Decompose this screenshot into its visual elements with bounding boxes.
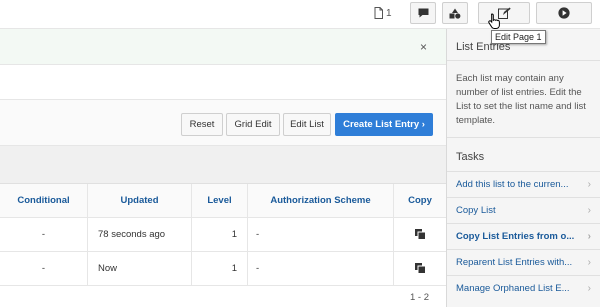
edit-list-button[interactable]: Edit List <box>283 113 331 136</box>
top-toolbar: 1 <box>0 0 600 29</box>
cell-updated: Now <box>88 252 192 285</box>
cell-level: 1 <box>192 252 248 285</box>
chevron-right-icon: › <box>587 231 591 242</box>
close-icon[interactable]: × <box>420 40 427 54</box>
page-icon <box>374 7 383 19</box>
copy-cell <box>394 218 446 251</box>
task-copy-list[interactable]: Copy List › <box>447 197 600 223</box>
col-updated[interactable]: Updated <box>88 184 192 217</box>
cell-conditional: - <box>0 218 88 251</box>
col-copy[interactable]: Copy <box>394 184 446 217</box>
page-indicator: 1 <box>374 6 392 20</box>
task-label: Copy List <box>456 205 496 216</box>
task-label: Manage Orphaned List E... <box>456 283 570 294</box>
list-entries-table: Conditional Updated Level Authorization … <box>0 184 446 286</box>
run-page-button[interactable] <box>536 2 592 24</box>
task-list: Add this list to the curren... › Copy Lis… <box>447 171 600 301</box>
task-label: Reparent List Entries with... <box>456 257 573 268</box>
comments-button[interactable] <box>410 2 436 24</box>
task-copy-list-entries[interactable]: Copy List Entries from o... › <box>447 223 600 249</box>
page-number: 1 <box>386 7 392 19</box>
copy-icon[interactable] <box>414 229 426 240</box>
col-authorization-scheme[interactable]: Authorization Scheme <box>248 184 394 217</box>
cell-auth: - <box>248 218 394 251</box>
report-toolbar <box>0 146 446 184</box>
pagination-text: 1 - 2 <box>410 292 430 303</box>
task-manage-orphaned[interactable]: Manage Orphaned List E... › <box>447 275 600 301</box>
divider <box>447 137 600 138</box>
region-header <box>0 65 446 100</box>
table-row: - 78 seconds ago 1 - <box>0 218 446 252</box>
chevron-right-icon: › <box>587 257 591 268</box>
tasks-heading: Tasks <box>456 151 485 163</box>
success-notification: × <box>0 29 446 65</box>
task-add-to-current[interactable]: Add this list to the curren... › <box>447 171 600 197</box>
task-label: Copy List Entries from o... <box>456 231 575 242</box>
col-level[interactable]: Level <box>192 184 248 217</box>
hand-cursor-icon <box>488 13 500 29</box>
edit-page-button[interactable] <box>478 2 530 24</box>
shared-components-button[interactable] <box>442 2 468 24</box>
cell-conditional: - <box>0 252 88 285</box>
copy-icon[interactable] <box>414 263 426 274</box>
task-label: Add this list to the curren... <box>456 179 569 190</box>
shapes-icon <box>449 8 461 19</box>
play-icon <box>558 7 570 19</box>
chevron-right-icon: › <box>587 205 591 216</box>
copy-cell <box>394 252 446 285</box>
cell-level: 1 <box>192 218 248 251</box>
chevron-right-icon: › <box>587 179 591 190</box>
task-reparent-entries[interactable]: Reparent List Entries with... › <box>447 249 600 275</box>
comment-icon <box>418 8 428 18</box>
create-list-entry-button[interactable]: Create List Entry › <box>335 113 433 136</box>
divider <box>447 60 600 61</box>
chevron-right-icon: › <box>587 283 591 294</box>
table-header-row: Conditional Updated Level Authorization … <box>0 184 446 218</box>
cell-auth: - <box>248 252 394 285</box>
tooltip: Edit Page 1 <box>491 30 546 44</box>
col-conditional[interactable]: Conditional <box>0 184 88 217</box>
panel-description: Each list may contain any number of list… <box>456 73 586 126</box>
help-panel: List Entries Each list may contain any n… <box>446 29 600 307</box>
table-row: - Now 1 - <box>0 252 446 286</box>
cell-updated: 78 seconds ago <box>88 218 192 251</box>
button-bar: Reset Grid Edit Edit List Create List En… <box>0 100 446 146</box>
grid-edit-button[interactable]: Grid Edit <box>226 113 280 136</box>
reset-button[interactable]: Reset <box>181 113 223 136</box>
